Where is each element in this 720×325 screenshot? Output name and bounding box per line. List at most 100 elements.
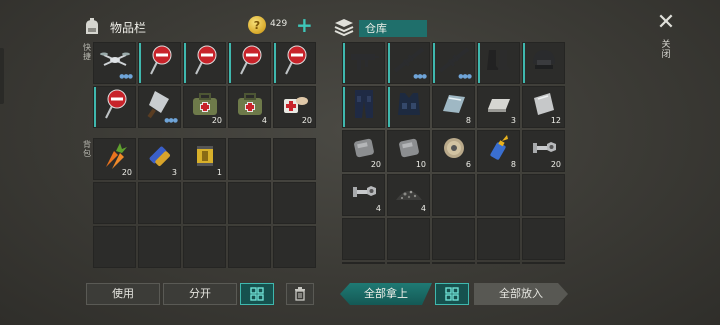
- item-count: 3: [510, 116, 516, 125]
- equip-slot[interactable]: 20: [183, 86, 226, 128]
- smg-icon: [347, 48, 381, 76]
- crate-stack-icon: [332, 15, 356, 39]
- warehouse-slot[interactable]: [522, 174, 565, 216]
- bag-grid: 20 3 1: [93, 138, 316, 268]
- warehouse-slot[interactable]: [522, 218, 565, 260]
- equip-grid: ●●● ●●● 20 4 20: [93, 42, 316, 128]
- put-all-button[interactable]: 全部放入: [474, 283, 568, 305]
- bag-slot[interactable]: [228, 138, 271, 180]
- bag-slot[interactable]: [228, 226, 271, 268]
- equip-slot[interactable]: [273, 42, 316, 84]
- quality-dots: ●●●: [458, 73, 472, 80]
- stop-sign-icon: [100, 88, 130, 124]
- wire-spool-icon: [440, 134, 468, 166]
- warehouse-slot[interactable]: [477, 218, 520, 260]
- close-icon[interactable]: ✕: [655, 12, 677, 34]
- use-button[interactable]: 使用: [86, 283, 160, 305]
- warehouse-slot[interactable]: 3: [477, 86, 520, 128]
- warehouse-slot[interactable]: [432, 218, 475, 260]
- gravel-icon: [393, 180, 425, 208]
- equip-slot[interactable]: 4: [228, 86, 271, 128]
- close-label[interactable]: 关闭: [660, 40, 672, 60]
- boots-icon: [484, 46, 514, 78]
- add-coin-button[interactable]: +: [296, 14, 313, 36]
- warehouse-slot[interactable]: [477, 42, 520, 84]
- warehouse-slot[interactable]: 4: [342, 174, 385, 216]
- item-count: 20: [301, 116, 312, 125]
- item-count: 20: [121, 168, 132, 177]
- equip-section-label: 快捷: [83, 43, 91, 61]
- helmet-icon: [529, 46, 559, 78]
- glue-icon: [485, 133, 513, 167]
- stop-sign-icon: [190, 44, 220, 80]
- metal-ingot-icon: [484, 93, 514, 119]
- warehouse-slot[interactable]: 8: [477, 130, 520, 172]
- grid-sort-icon: [445, 287, 459, 301]
- warehouse-slot[interactable]: 8: [432, 86, 475, 128]
- bag-slot[interactable]: [93, 226, 136, 268]
- warehouse-slot[interactable]: 20: [342, 130, 385, 172]
- edge-handle[interactable]: [0, 48, 4, 104]
- split-button[interactable]: 分开: [163, 283, 237, 305]
- item-count: 4: [420, 204, 426, 213]
- bag-slot[interactable]: [183, 226, 226, 268]
- warehouse-slot[interactable]: 12: [522, 86, 565, 128]
- warehouse-slot[interactable]: [522, 42, 565, 84]
- bag-slot[interactable]: [273, 226, 316, 268]
- item-count: 10: [415, 160, 426, 169]
- stop-sign-icon: [145, 44, 175, 80]
- warehouse-slot[interactable]: [432, 174, 475, 216]
- warehouse-slot[interactable]: [432, 262, 475, 264]
- equip-slot[interactable]: [93, 86, 136, 128]
- medkit-bag-icon: [235, 91, 265, 121]
- warehouse-slot[interactable]: ●●●: [387, 42, 430, 84]
- bag-slot[interactable]: [228, 182, 271, 224]
- warehouse-slot[interactable]: [342, 42, 385, 84]
- warehouse-slot[interactable]: [387, 218, 430, 260]
- warehouse-slot[interactable]: [342, 218, 385, 260]
- bag-slot[interactable]: 20: [93, 138, 136, 180]
- warehouse-slot[interactable]: [477, 174, 520, 216]
- nuts-bolts-icon: [349, 180, 379, 208]
- item-count: 20: [211, 116, 222, 125]
- equip-slot[interactable]: [228, 42, 271, 84]
- warehouse-slot[interactable]: 4: [387, 174, 430, 216]
- item-count: 4: [375, 204, 381, 213]
- bag-slot[interactable]: 3: [138, 138, 181, 180]
- equip-slot[interactable]: [183, 42, 226, 84]
- equip-slot[interactable]: ●●●: [93, 42, 136, 84]
- warehouse-slot[interactable]: ●●●: [432, 42, 475, 84]
- glass-sheet-icon: [439, 91, 469, 121]
- warehouse-slot[interactable]: [342, 262, 385, 264]
- battery-icon: [145, 141, 175, 175]
- warehouse-slot[interactable]: [387, 86, 430, 128]
- warehouse-slot[interactable]: [522, 262, 565, 264]
- bag-slot[interactable]: [183, 182, 226, 224]
- warehouse-slot[interactable]: [342, 86, 385, 128]
- warehouse-slot[interactable]: [477, 262, 520, 264]
- sort-warehouse-button[interactable]: [435, 283, 469, 305]
- bag-slot[interactable]: [138, 182, 181, 224]
- warehouse-slot[interactable]: 10: [387, 130, 430, 172]
- equip-slot[interactable]: 20: [273, 86, 316, 128]
- bag-slot[interactable]: [273, 138, 316, 180]
- bag-slot[interactable]: [93, 182, 136, 224]
- item-count: 1: [216, 168, 222, 177]
- backpack-icon: [80, 15, 104, 39]
- item-count: 8: [510, 160, 516, 169]
- item-count: 12: [550, 116, 561, 125]
- equip-slot[interactable]: [138, 42, 181, 84]
- coin-count: 429: [270, 19, 288, 29]
- drone-icon: [99, 49, 130, 75]
- discard-button[interactable]: [286, 283, 314, 305]
- bag-slot[interactable]: [273, 182, 316, 224]
- warehouse-title: 仓库: [359, 20, 427, 37]
- bag-slot[interactable]: 1: [183, 138, 226, 180]
- warehouse-slot[interactable]: 6: [432, 130, 475, 172]
- equip-slot[interactable]: ●●●: [138, 86, 181, 128]
- warehouse-slot[interactable]: 20: [522, 130, 565, 172]
- warehouse-slot[interactable]: [387, 262, 430, 264]
- take-all-button[interactable]: 全部拿上: [340, 283, 432, 305]
- sort-inventory-button[interactable]: [240, 283, 274, 305]
- bag-slot[interactable]: [138, 226, 181, 268]
